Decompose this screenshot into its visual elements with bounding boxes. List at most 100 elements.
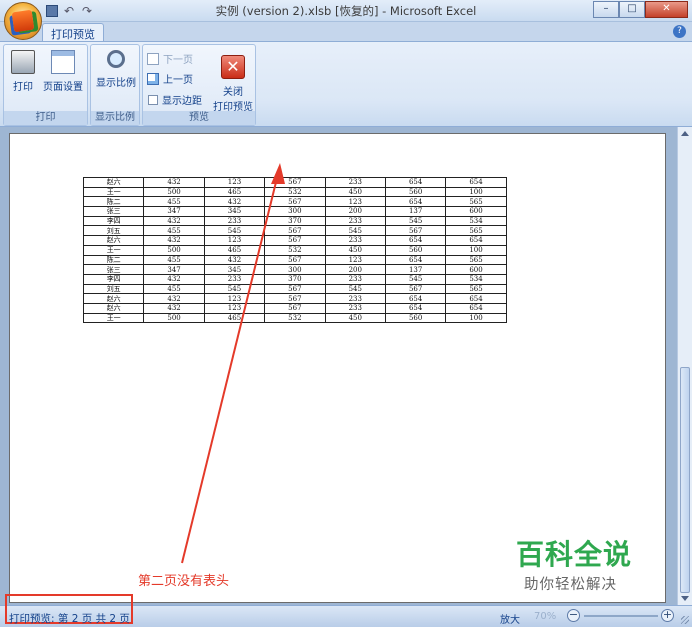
value-cell: 567 [264,283,326,295]
value-cell: 432 [143,215,205,227]
window-controls: – □ ✕ [593,1,688,18]
value-cell: 654 [384,177,447,188]
value-cell: 654 [445,302,507,314]
table-row: 王一 500 465 532 450 560 100 [82,312,507,324]
help-icon[interactable]: ? [673,25,686,38]
value-cell: 534 [445,273,507,285]
group-label-preview: 预览 [143,111,255,125]
value-cell: 565 [445,254,507,266]
value-cell: 532 [264,312,326,324]
value-cell: 300 [264,206,326,217]
close-preview-button[interactable]: ✕ 关闭 打印预览 [211,53,255,113]
name-cell: 赵六 [82,235,145,246]
value-cell: 123 [324,254,386,266]
zoom-out-icon[interactable]: − [567,609,580,622]
close-preview-label-1: 关闭 [223,87,243,98]
value-cell: 545 [203,225,266,237]
prev-page-button[interactable]: 上一页 [147,71,193,86]
table-row: 刘五 455 545 567 545 567 565 [82,283,507,295]
value-cell: 455 [143,196,205,208]
table-row: 张三 347 345 300 200 137 600 [82,206,507,217]
value-cell: 347 [143,264,205,275]
value-cell: 300 [264,264,326,275]
title-bar: ↶ ↷ 实例 (version 2).xlsb [恢复的] - Microsof… [0,0,692,22]
name-cell: 李四 [82,215,145,227]
zoom-slider[interactable] [584,615,658,617]
table-row: 赵六 432 123 567 233 654 654 [82,302,507,314]
value-cell: 567 [264,254,326,266]
minimize-button[interactable]: – [593,1,619,18]
zoom-button[interactable]: 显示比例 [92,48,140,89]
vertical-scrollbar[interactable] [677,127,692,605]
value-cell: 200 [324,264,386,275]
resize-grip-icon[interactable] [681,616,689,624]
value-cell: 500 [143,244,205,256]
value-cell: 123 [203,302,266,314]
ribbon-tab-row: 打印预览 ? [0,22,692,43]
table-row: 张三 347 345 300 200 137 600 [82,264,507,275]
value-cell: 233 [324,293,386,304]
maximize-button[interactable]: □ [619,1,645,18]
value-cell: 560 [384,186,447,198]
group-label-print: 打印 [4,111,87,125]
value-cell: 123 [324,196,386,208]
value-cell: 532 [264,186,326,198]
close-window-button[interactable]: ✕ [645,1,688,18]
value-cell: 500 [143,186,205,198]
scroll-up-icon[interactable] [681,131,689,136]
next-page-button[interactable]: 下一页 [147,51,193,66]
sheet-table: 赵六 432 123 567 233 654 654 王一 500 465 532 450 560 100… [82,177,507,324]
office-button[interactable] [4,2,42,40]
table-row: 陈二 455 432 567 123 654 565 [82,254,507,266]
value-cell: 233 [324,273,386,285]
table-row: 陈二 455 432 567 123 654 565 [82,196,507,208]
value-cell: 347 [143,206,205,217]
value-cell: 123 [203,177,266,188]
scroll-down-icon[interactable] [681,596,689,601]
value-cell: 432 [203,254,266,266]
zoom-level: 70% [534,611,557,622]
value-cell: 345 [203,264,266,275]
name-cell: 李四 [82,273,145,285]
show-margins-checkbox[interactable]: 显示边距 [148,92,202,107]
tab-print-preview[interactable]: 打印预览 [42,23,104,43]
name-cell: 张三 [82,206,145,217]
value-cell: 450 [324,244,386,256]
value-cell: 565 [445,196,507,208]
value-cell: 137 [384,264,447,275]
name-cell: 王一 [82,186,145,198]
value-cell: 567 [264,225,326,237]
print-button[interactable]: 打印 [8,48,38,93]
printer-icon [11,50,35,74]
value-cell: 455 [143,254,205,266]
value-cell: 455 [143,225,205,237]
table-row: 刘五 455 545 567 545 567 565 [82,225,507,237]
zoom-in-label[interactable]: 放大 [500,611,520,626]
value-cell: 345 [203,206,266,217]
page-setup-button[interactable]: 页面设置 [40,48,86,93]
name-cell: 张三 [82,264,145,275]
table-row: 王一 500 465 532 450 560 100 [82,244,507,256]
value-cell: 233 [324,215,386,227]
zoom-in-icon[interactable]: + [661,609,674,622]
page-setup-icon [51,50,75,74]
value-cell: 465 [203,186,266,198]
value-cell: 545 [384,273,447,285]
sheet-table-body: 赵六 432 123 567 233 654 654 王一 500 465 532 450 560 100… [82,177,507,324]
value-cell: 123 [203,293,266,304]
table-row: 赵六 432 123 567 233 654 654 [82,177,507,188]
value-cell: 432 [143,177,205,188]
name-cell: 陈二 [82,196,145,208]
value-cell: 432 [203,196,266,208]
value-cell: 137 [384,206,447,217]
value-cell: 432 [143,273,205,285]
value-cell: 100 [445,186,507,198]
ribbon-group-print: 打印 页面设置 打印 [3,44,88,126]
value-cell: 545 [324,225,386,237]
value-cell: 654 [445,293,507,304]
window-title: 实例 (version 2).xlsb [恢复的] - Microsoft Ex… [215,4,477,18]
value-cell: 233 [324,177,386,188]
value-cell: 560 [384,244,447,256]
value-cell: 654 [445,177,507,188]
scroll-thumb[interactable] [680,367,690,593]
